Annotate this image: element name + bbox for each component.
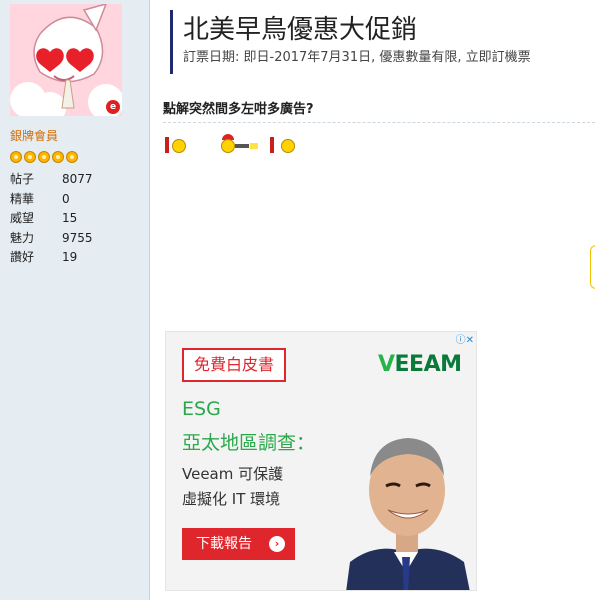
ad-logo: VEEAM <box>378 352 462 377</box>
stat-row-prestige: 威望 15 <box>10 209 93 229</box>
stat-row-digest: 精華 0 <box>10 190 93 210</box>
stat-row-posts: 帖子 8077 <box>10 170 93 190</box>
stat-value: 19 <box>62 250 78 264</box>
stat-label: 精華 <box>10 191 35 206</box>
download-report-button[interactable]: 下載報告 › <box>182 528 295 560</box>
star-icon <box>38 151 50 163</box>
rank-stars <box>10 148 80 163</box>
user-rank[interactable]: 銀牌會員 <box>10 127 58 144</box>
star-icon <box>24 151 36 163</box>
ad-badge: 免費白皮書 <box>182 348 287 382</box>
page-subtitle[interactable]: 訂票日期: 即日-2017年7月31日, 優惠數量有限, 立即訂機票 <box>183 48 595 68</box>
ad-copy-line: 虛擬化 IT 環境 <box>182 490 281 508</box>
star-icon <box>52 151 64 163</box>
stat-label: 威望 <box>10 211 35 225</box>
stat-label: 魅力 <box>10 230 35 245</box>
user-stats: 帖子 8077 精華 0 威望 15 魅力 9755 讚好 19 <box>10 170 93 268</box>
stat-value: 15 <box>62 211 78 225</box>
star-icon <box>10 151 22 163</box>
stat-row-charm: 魅力 9755 <box>10 229 93 249</box>
stat-row-likes: 讚好 19 <box>10 248 93 268</box>
ad-person-photo <box>336 402 476 590</box>
stat-label: 帖子 <box>10 172 35 186</box>
post-message: 點解突然間多左咁多廣告? <box>163 102 314 117</box>
avatar[interactable]: e <box>10 4 122 116</box>
ad-headline: ESG <box>182 398 221 420</box>
ad-copy-line: Veeam 可保護 <box>182 465 284 483</box>
star-icon <box>66 151 78 163</box>
avatar-image <box>10 4 122 116</box>
chevron-right-icon: › <box>269 536 285 552</box>
ad-subheadline: 亞太地區調查： <box>182 432 316 454</box>
stat-value[interactable]: 8077 <box>62 170 93 190</box>
author-sidebar: e 銀牌會員 帖子 8077 精華 0 威望 15 魅力 9755 讚好 19 <box>0 0 150 600</box>
thread-title-block: 北美早鳥優惠大促銷 訂票日期: 即日-2017年7月31日, 優惠數量有限, 立… <box>170 10 595 74</box>
stat-label: 讚好 <box>10 250 35 264</box>
advertisement[interactable]: ⓘ✕ 免費白皮書 VEEAM ESG 亞太地區調查： Veeam 可保護 虛擬化… <box>165 331 477 591</box>
avatar-badge: e <box>106 100 120 114</box>
stat-value: 9755 <box>62 230 93 245</box>
stat-value[interactable]: 0 <box>62 190 70 210</box>
side-panel-tab[interactable] <box>590 245 595 289</box>
ad-choices-icon[interactable]: ⓘ✕ <box>448 334 474 347</box>
download-report-label: 下載報告 <box>196 536 252 552</box>
divider <box>163 122 595 123</box>
page-title[interactable]: 北美早鳥優惠大促銷 <box>183 12 595 48</box>
